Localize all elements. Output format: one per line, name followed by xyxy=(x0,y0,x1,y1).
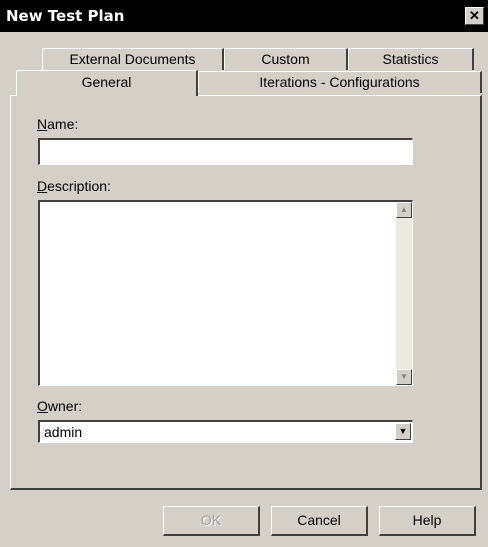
owner-dropdown-button[interactable]: ▼ xyxy=(395,423,411,440)
owner-label-text: wner: xyxy=(47,398,83,414)
cancel-label: Cancel xyxy=(297,512,341,528)
tab-label: External Documents xyxy=(69,51,196,67)
tab-statistics[interactable]: Statistics xyxy=(348,48,474,70)
owner-label: Owner: xyxy=(37,398,82,414)
tab-panel-general: Name: Description: ▲ ▼ Owner: admin ▼ xyxy=(10,95,482,490)
description-label-text: escription: xyxy=(47,178,111,194)
scroll-down-icon: ▼ xyxy=(400,372,408,381)
cancel-button[interactable]: Cancel xyxy=(271,506,368,536)
close-icon: ✕ xyxy=(469,8,480,23)
tab-general[interactable]: General xyxy=(16,70,198,96)
tab-external-documents[interactable]: External Documents xyxy=(42,48,224,70)
name-label: Name: xyxy=(37,116,78,132)
window-title: New Test Plan xyxy=(6,7,125,25)
help-label: Help xyxy=(412,512,442,528)
tab-label: Custom xyxy=(261,51,310,67)
name-label-hotkey: N xyxy=(37,116,48,132)
name-label-text: ame: xyxy=(47,116,79,132)
scroll-up-button[interactable]: ▲ xyxy=(396,202,412,218)
owner-label-hotkey: O xyxy=(37,398,48,414)
chevron-down-icon: ▼ xyxy=(398,426,408,436)
ok-button[interactable]: OK xyxy=(163,506,260,536)
description-label: Description: xyxy=(37,178,111,194)
scroll-down-button[interactable]: ▼ xyxy=(396,369,412,385)
description-scrollbar[interactable]: ▲ ▼ xyxy=(396,202,412,385)
tab-label: Iterations - Configurations xyxy=(259,74,420,90)
name-input[interactable] xyxy=(38,138,413,165)
tab-label: Statistics xyxy=(382,51,439,67)
tab-custom[interactable]: Custom xyxy=(224,48,348,70)
tab-label: General xyxy=(81,74,132,90)
ok-label: OK xyxy=(200,512,222,528)
description-textarea[interactable]: ▲ ▼ xyxy=(38,200,413,386)
description-label-hotkey: D xyxy=(37,178,48,194)
owner-value: admin xyxy=(44,424,83,440)
close-button[interactable]: ✕ xyxy=(465,7,484,25)
tab-iterations-configurations[interactable]: Iterations - Configurations xyxy=(198,71,482,93)
owner-select[interactable]: admin ▼ xyxy=(38,420,413,443)
scroll-up-icon: ▲ xyxy=(400,205,408,214)
help-button[interactable]: Help xyxy=(379,506,476,536)
title-bar: New Test Plan ✕ xyxy=(0,0,488,32)
